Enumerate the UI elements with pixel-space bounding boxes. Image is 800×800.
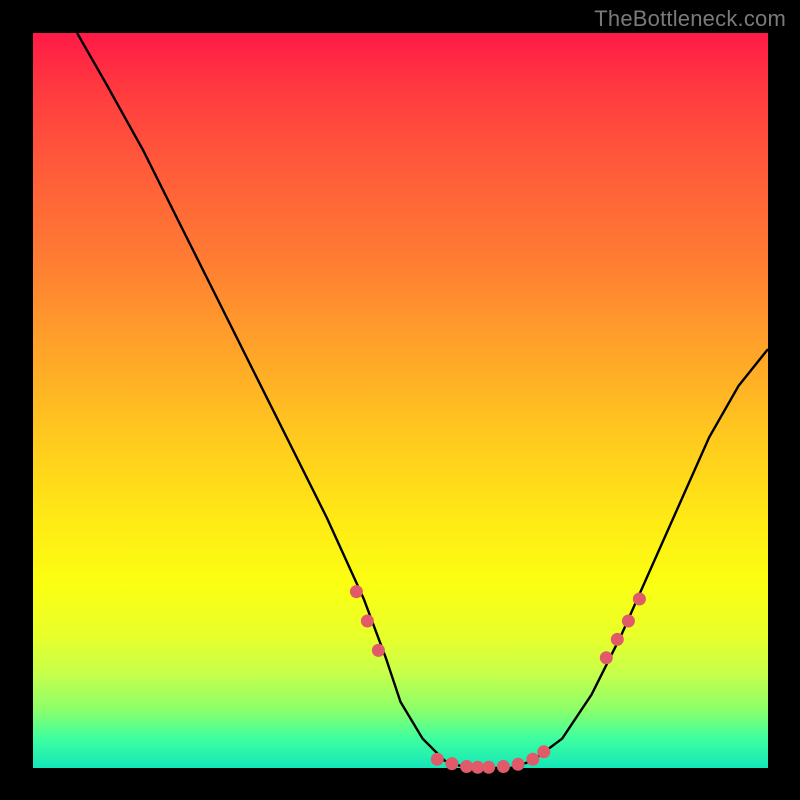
plot-area	[33, 33, 768, 768]
marker-point	[460, 760, 473, 773]
marker-point	[526, 753, 539, 766]
marker-point	[497, 760, 510, 773]
marker-point	[361, 615, 374, 628]
marker-point	[431, 753, 444, 766]
marker-point	[512, 758, 525, 771]
highlight-markers	[350, 585, 646, 774]
curve-svg	[33, 33, 768, 768]
marker-point	[482, 761, 495, 774]
marker-point	[445, 757, 458, 770]
chart-frame: TheBottleneck.com	[0, 0, 800, 800]
marker-point	[350, 585, 363, 598]
marker-point	[622, 615, 635, 628]
marker-point	[372, 644, 385, 657]
bottleneck-curve	[77, 33, 768, 768]
marker-point	[611, 633, 624, 646]
marker-point	[600, 651, 613, 664]
marker-point	[633, 593, 646, 606]
watermark-text: TheBottleneck.com	[594, 6, 786, 32]
marker-point	[537, 745, 550, 758]
